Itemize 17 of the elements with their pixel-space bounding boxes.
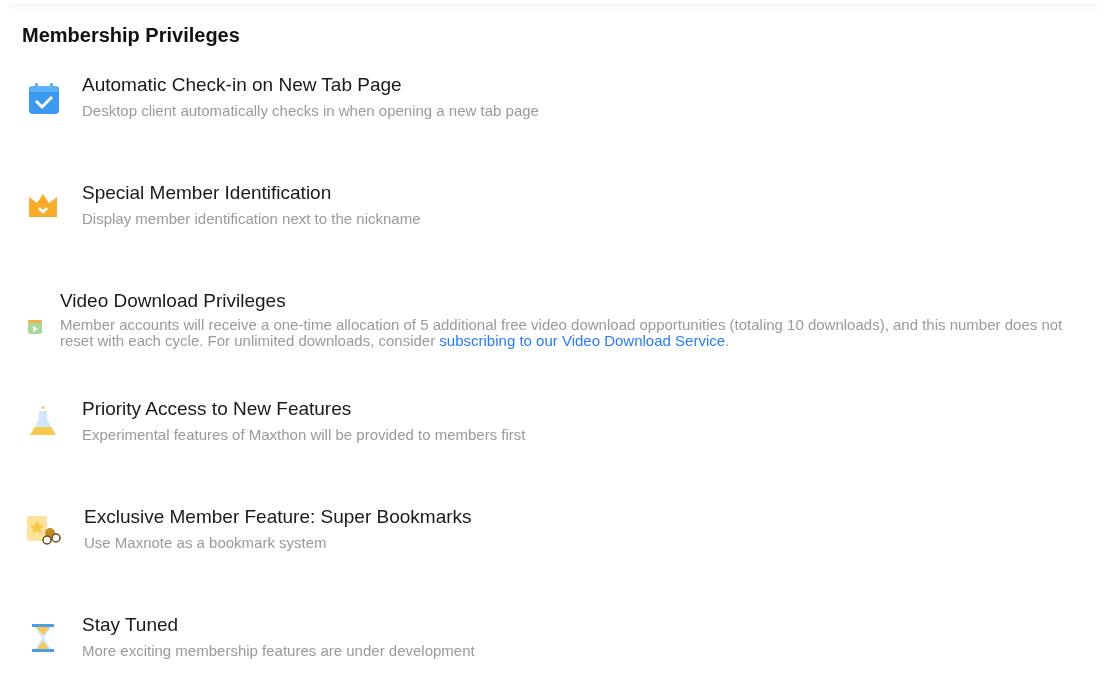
privilege-title: Exclusive Member Feature: Super Bookmarks bbox=[84, 505, 472, 529]
privilege-description: Use Maxnote as a bookmark system bbox=[84, 533, 328, 553]
privilege-description: Display member identification next to the nickname bbox=[82, 209, 421, 229]
privilege-title: Video Download Privileges bbox=[60, 289, 287, 313]
calendar-check-icon bbox=[26, 81, 60, 115]
privilege-title: Automatic Check-in on New Tab Page bbox=[82, 73, 403, 97]
subscribe-link[interactable]: subscribing to our Video Download Service bbox=[439, 332, 726, 349]
privilege-description: Member accounts will receive a one-time allocation of 5 additional free video download opportunities (totaling 10 downloads), and this number does not reset with each cycle. For unlimited downloads, consider subscribing to our Video Download Service. bbox=[60, 317, 1064, 349]
privilege-title: Priority Access to New Features bbox=[82, 397, 353, 421]
privilege-description: More exciting membership features are under development bbox=[82, 641, 475, 661]
video-icon bbox=[27, 319, 43, 335]
star-bookmark-icon bbox=[26, 513, 62, 547]
privilege-description: Desktop client automatically checks in when opening a new tab page bbox=[82, 101, 539, 121]
privilege-description: Experimental features of Maxthon will be provided to members first bbox=[82, 425, 526, 445]
section-heading: Membership Privileges bbox=[22, 24, 241, 47]
privilege-title: Special Member Identification bbox=[82, 181, 333, 205]
privilege-title: Stay Tuned bbox=[82, 613, 180, 637]
